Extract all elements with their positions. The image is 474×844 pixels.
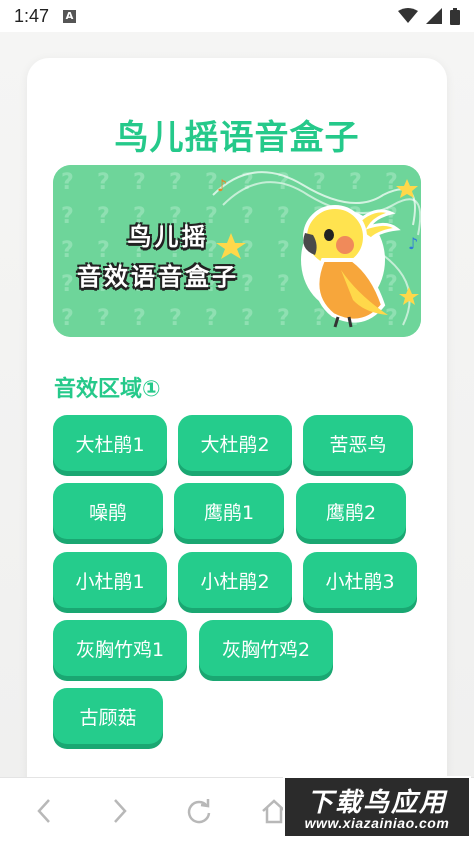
signal-icon [426, 8, 442, 24]
back-arrow-icon[interactable] [34, 796, 54, 826]
banner-text-line1: 鸟儿摇 [127, 223, 209, 251]
main-card: 鸟儿摇语音盒子 ? [27, 58, 447, 818]
battery-icon [450, 7, 460, 25]
sound-button[interactable]: 大杜鹃2 [178, 415, 292, 471]
sound-button[interactable]: 鹰鹃2 [296, 483, 406, 539]
svg-text:♪: ♪ [408, 234, 418, 253]
sound-button[interactable]: 鹰鹃1 [174, 483, 284, 539]
sound-button[interactable]: 苦恶鸟 [303, 415, 413, 471]
status-bar: 1:47 A [0, 0, 474, 32]
banner-text-line2: 音效语音盒子 [77, 263, 239, 291]
sound-button[interactable]: 古顾菇 [53, 688, 163, 744]
sound-button[interactable]: 小杜鹃1 [53, 552, 167, 608]
watermark-logo: 下载鸟应用 www.xiazainiao.com [283, 776, 471, 838]
sound-button[interactable]: 小杜鹃3 [303, 552, 417, 608]
sound-button[interactable]: 大杜鹃1 [53, 415, 167, 471]
wifi-icon [398, 8, 418, 23]
watermark-main-text: 下载鸟应用 [306, 788, 447, 818]
sound-button[interactable]: 小杜鹃2 [178, 552, 292, 608]
section-title: 音效区域① [54, 377, 161, 402]
sound-button[interactable]: 灰胸竹鸡2 [199, 620, 333, 676]
svg-text:♪: ♪ [217, 176, 227, 195]
watermark-url: www.xiazainiao.com [304, 815, 450, 831]
reload-icon[interactable] [185, 796, 213, 826]
status-icons [398, 7, 460, 25]
sound-button[interactable]: 噪鹃 [53, 483, 163, 539]
page-title: 鸟儿摇语音盒子 [114, 118, 360, 158]
banner: ? ♪ ♪ [53, 165, 421, 337]
forward-arrow-icon[interactable] [110, 796, 130, 826]
a-icon: A [63, 9, 77, 23]
status-time: 1:47 [14, 5, 50, 26]
page: 鸟儿摇语音盒子 ? [0, 32, 474, 818]
sound-button[interactable]: 灰胸竹鸡1 [53, 620, 187, 676]
